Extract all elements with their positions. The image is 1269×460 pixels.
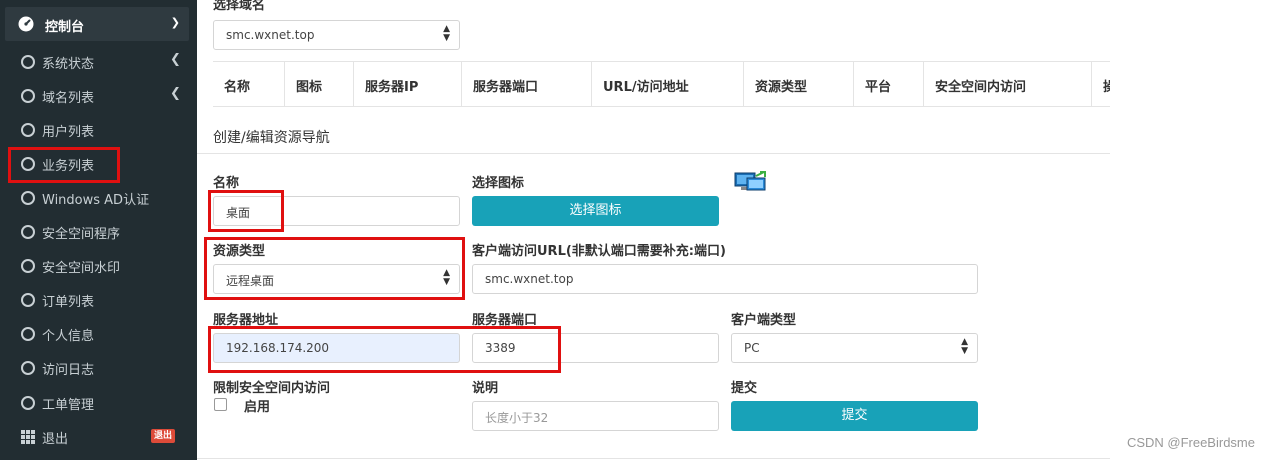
circle-icon (21, 123, 35, 137)
sidebar-item-windows-ad[interactable]: Windows AD认证 (0, 183, 197, 213)
server-port-value: 3389 (485, 341, 516, 355)
sidebar-item-secure-space-watermark[interactable]: 安全空间水印 (0, 251, 197, 281)
client-type-label: 客户端类型 (731, 313, 797, 328)
client-type-value: PC (744, 341, 760, 355)
domain-select[interactable]: smc.wxnet.top ▲ ▼ (213, 20, 460, 50)
select-arrows-icon: ▲ ▼ (443, 268, 450, 287)
sidebar-item-domain-list[interactable]: 域名列表 ❮ (0, 81, 197, 111)
sidebar-item-label: 退出 (42, 432, 69, 447)
sidebar-header-label: 控制台 (45, 20, 85, 35)
table-column-header: 服务器IP (365, 80, 419, 95)
sidebar-item-secure-space-programs[interactable]: 安全空间程序 (0, 217, 197, 247)
submit-button[interactable]: 提交 (731, 401, 978, 431)
resource-type-label: 资源类型 (213, 244, 266, 259)
table-column-header: 服务器端口 (473, 80, 539, 95)
choose-icon-button[interactable]: 选择图标 (472, 196, 719, 226)
restrict-access-checkbox-label: 启用 (244, 400, 271, 415)
table-column-header: 操 (1103, 80, 1110, 95)
watermark: CSDN @FreeBirdsme (1126, 435, 1255, 450)
remote-desktop-icon (734, 171, 766, 191)
dashboard-icon (18, 16, 34, 32)
name-label: 名称 (213, 176, 240, 191)
table-header: 名称 图标 服务器IP 服务器端口 URL/访问地址 资源类型 平台 安全空间内… (213, 61, 1110, 107)
sidebar-item-label: 业务列表 (42, 159, 95, 174)
sidebar-header-dashboard[interactable]: 控制台 ❯ (5, 7, 189, 41)
circle-icon (21, 327, 35, 341)
icon-label: 选择图标 (472, 176, 525, 191)
chevron-left-icon: ❮ (170, 52, 181, 67)
sidebar-item-label: 个人信息 (42, 329, 95, 344)
table-column-header: 名称 (224, 80, 251, 95)
sidebar-item-logout[interactable]: 退出 退出 (0, 422, 197, 452)
client-url-input[interactable]: smc.wxnet.top (472, 264, 978, 294)
select-arrows-icon: ▲ ▼ (443, 24, 450, 43)
sidebar-item-personal-info[interactable]: 个人信息 (0, 319, 197, 349)
server-address-input[interactable]: 192.168.174.200 (213, 333, 460, 363)
table-column-header: 资源类型 (755, 80, 808, 95)
table-column-header: 安全空间内访问 (935, 80, 1027, 95)
sidebar-item-label: 安全空间程序 (42, 227, 121, 242)
divider (197, 458, 1110, 459)
table-column-header: 平台 (865, 80, 892, 95)
client-url-value: smc.wxnet.top (485, 272, 574, 286)
sidebar-item-ticket-management[interactable]: 工单管理 (0, 388, 197, 418)
client-url-label: 客户端访问URL(非默认端口需要补充:端口) (472, 244, 726, 259)
domain-select-value: smc.wxnet.top (226, 28, 315, 42)
table-column-header: 图标 (296, 80, 323, 95)
restrict-access-checkbox[interactable] (214, 398, 227, 411)
sidebar-item-order-list[interactable]: 订单列表 (0, 285, 197, 315)
sidebar-item-access-log[interactable]: 访问日志 (0, 353, 197, 383)
name-input[interactable]: 桌面 (213, 196, 460, 226)
circle-icon (21, 361, 35, 375)
description-input[interactable]: 长度小于32 (472, 401, 719, 431)
server-port-label: 服务器端口 (472, 313, 538, 328)
circle-icon (21, 191, 35, 205)
grid-icon (21, 430, 35, 444)
select-arrows-icon: ▲ ▼ (961, 337, 968, 356)
circle-icon (21, 157, 35, 171)
sidebar-item-label: 订单列表 (42, 295, 95, 310)
circle-icon (21, 55, 35, 69)
circle-icon (21, 293, 35, 307)
restrict-access-label: 限制安全空间内访问 (213, 381, 331, 396)
sidebar-item-label: 系统状态 (42, 57, 95, 72)
circle-icon (21, 396, 35, 410)
divider (197, 153, 1110, 154)
main-content: 选择域名 smc.wxnet.top ▲ ▼ 名称 图标 服务器IP 服务器端口 … (197, 0, 1269, 460)
logout-badge: 退出 (151, 429, 176, 443)
sidebar-item-label: Windows AD认证 (42, 193, 150, 208)
table-column-header: URL/访问地址 (603, 80, 689, 95)
server-port-input[interactable]: 3389 (472, 333, 719, 363)
sidebar-item-label: 用户列表 (42, 125, 95, 140)
sidebar-item-label: 安全空间水印 (42, 261, 121, 276)
client-type-select[interactable]: PC ▲ ▼ (731, 333, 978, 363)
resource-type-value: 远程桌面 (226, 274, 275, 288)
chevron-left-icon: ❮ (170, 86, 181, 101)
form-title: 创建/编辑资源导航 (213, 130, 330, 146)
description-placeholder: 长度小于32 (485, 411, 549, 425)
circle-icon (21, 259, 35, 273)
sidebar-item-business-list[interactable]: 业务列表 (0, 149, 197, 179)
circle-icon (21, 225, 35, 239)
sidebar-item-system-status[interactable]: 系统状态 ❮ (0, 47, 197, 77)
sidebar: 控制台 ❯ 系统状态 ❮ 域名列表 ❮ 用户列表 业务列表 Windows AD… (0, 0, 197, 460)
server-address-value: 192.168.174.200 (226, 341, 330, 355)
chevron-down-icon: ❯ (170, 16, 180, 29)
sidebar-item-label: 访问日志 (42, 363, 95, 378)
server-address-label: 服务器地址 (213, 313, 279, 328)
circle-icon (21, 89, 35, 103)
submit-label: 提交 (731, 381, 758, 396)
sidebar-item-label: 域名列表 (42, 91, 95, 106)
description-label: 说明 (472, 381, 499, 396)
sidebar-item-label: 工单管理 (42, 398, 95, 413)
name-input-value: 桌面 (226, 206, 251, 220)
resource-type-select[interactable]: 远程桌面 ▲ ▼ (213, 264, 460, 294)
sidebar-item-user-list[interactable]: 用户列表 (0, 115, 197, 145)
domain-select-label: 选择域名 (213, 0, 266, 13)
